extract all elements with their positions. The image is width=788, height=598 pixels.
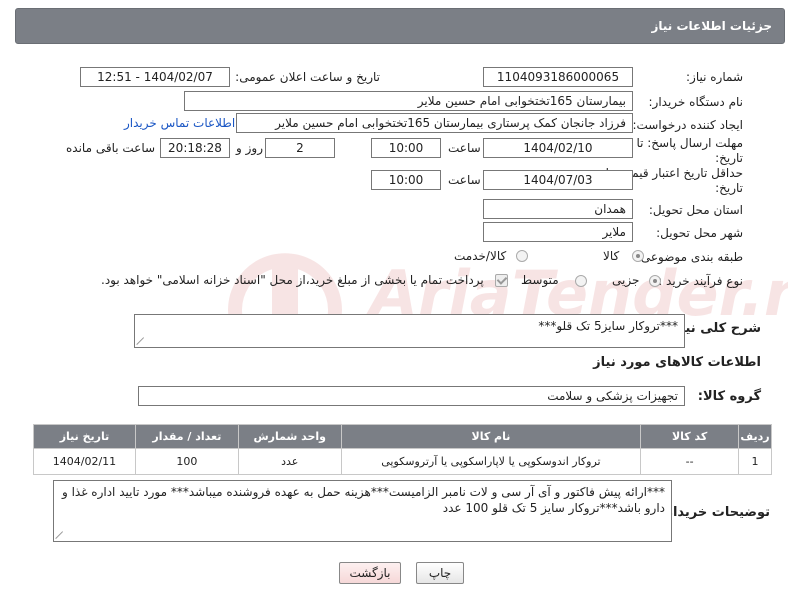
buyer-notes-label: توضیحات خریدار: <box>660 505 770 520</box>
col-header-unit: واحد شمارش <box>237 424 342 449</box>
payment-note: پرداخت تمام یا بخشی از مبلغ خرید،از محل … <box>101 273 484 287</box>
header-bar: جزئیات اطلاعات نیاز <box>15 8 785 44</box>
announce-field: 1404/02/07 - 12:51 <box>80 67 230 87</box>
province-field: همدان <box>483 199 633 219</box>
table-row: 1 -- تروکار اندوسکوپی یا لاپاراسکوپی یا … <box>33 448 772 475</box>
cell-quantity: 100 <box>134 448 239 475</box>
buyer-notes-text: ***ارائه پیش فاکتور و آی آر سی و لات نام… <box>61 485 665 515</box>
goods-group-field: تجهیزات پزشکی و سلامت <box>138 386 685 406</box>
cell-code: -- <box>640 448 740 475</box>
cell-unit: عدد <box>237 448 342 475</box>
purchase-medium-label: متوسط <box>521 273 559 287</box>
col-header-date: تاریخ نیاز <box>33 424 136 449</box>
page: جزئیات اطلاعات نیاز AriaTender.neT شماره… <box>0 0 788 598</box>
purchase-type-label: نوع فرآیند خرید : <box>658 274 743 288</box>
buyer-org-label: نام دستگاه خریدار: <box>648 95 744 109</box>
deadline-time-field: 10:00 <box>371 138 441 158</box>
resize-grip-icon <box>137 337 145 345</box>
purchase-radio-medium[interactable] <box>575 275 587 287</box>
category-label: طبقه بندی موضوعی: <box>636 250 743 264</box>
buyer-contact-link[interactable]: اطلاعات تماس خریدار <box>124 116 235 130</box>
col-header-row-num: ردیف <box>738 424 772 449</box>
cell-date: 1404/02/11 <box>33 448 136 475</box>
cell-name: تروکار اندوسکوپی یا لاپاراسکوپی یا آرترو… <box>340 448 642 475</box>
table-header-row: ردیف کد کالا نام کالا واحد شمارش تعداد /… <box>33 424 772 449</box>
col-header-name: نام کالا <box>340 424 642 449</box>
need-number-label: شماره نیاز: <box>686 70 743 84</box>
category-radio-goods-service[interactable] <box>516 250 528 262</box>
purchase-minor-label: جزیی <box>612 273 640 287</box>
description-text: ***تروکار سایز5 تک قلو*** <box>538 319 678 333</box>
description-textarea: ***تروکار سایز5 تک قلو*** <box>134 314 685 348</box>
days-field: 2 <box>265 138 335 158</box>
city-field: ملایر <box>483 222 633 242</box>
days-label: روز و <box>236 141 263 155</box>
remaining-label: ساعت باقی مانده <box>66 141 156 155</box>
col-header-code: کد کالا <box>640 424 740 449</box>
page-title: جزئیات اطلاعات نیاز <box>651 19 772 33</box>
province-label: استان محل تحویل: <box>648 203 743 217</box>
announce-label: تاریخ و ساعت اعلان عمومی: <box>235 70 380 84</box>
deadline-label: مهلت ارسال پاسخ: تا تاریخ: <box>636 136 743 165</box>
creator-field: فرزاد جانجان کمک پرستاری بیمارستان 165تخ… <box>236 113 633 133</box>
print-button[interactable]: چاپ <box>416 562 464 584</box>
cell-row-num: 1 <box>738 448 772 475</box>
back-button[interactable]: بازگشت <box>339 562 401 584</box>
goods-section-title: اطلاعات کالاهای مورد نیاز <box>593 355 761 370</box>
category-goods-service-label: کالا/خدمت <box>454 249 507 263</box>
city-label: شهر محل تحویل: <box>656 226 743 240</box>
purchase-radio-minor[interactable] <box>649 275 661 287</box>
deadline-time-label: ساعت <box>448 141 481 155</box>
deadline-date-field: 1404/02/10 <box>483 138 633 158</box>
resize-grip-icon <box>56 531 64 539</box>
goods-group-label: گروه کالا: <box>697 389 761 404</box>
buyer-org-field: بیمارستان 165تختخوابی امام حسین ملایر <box>184 91 633 111</box>
category-radio-goods[interactable] <box>632 250 644 262</box>
treasury-payment-checkbox[interactable] <box>495 274 508 287</box>
col-header-quantity: تعداد / مقدار <box>134 424 239 449</box>
buyer-notes-textarea: ***ارائه پیش فاکتور و آی آر سی و لات نام… <box>53 480 672 542</box>
min-price-time-label: ساعت <box>448 173 481 187</box>
need-number-field: 1104093186000065 <box>483 67 633 87</box>
goods-table: ردیف کد کالا نام کالا واحد شمارش تعداد /… <box>33 424 772 475</box>
creator-label: ایجاد کننده درخواست: <box>632 118 743 132</box>
min-price-time-field: 10:00 <box>371 170 441 190</box>
remaining-time-field: 20:18:28 <box>160 138 230 158</box>
category-goods-label: کالا <box>603 249 620 263</box>
min-price-date-field: 1404/07/03 <box>483 170 633 190</box>
